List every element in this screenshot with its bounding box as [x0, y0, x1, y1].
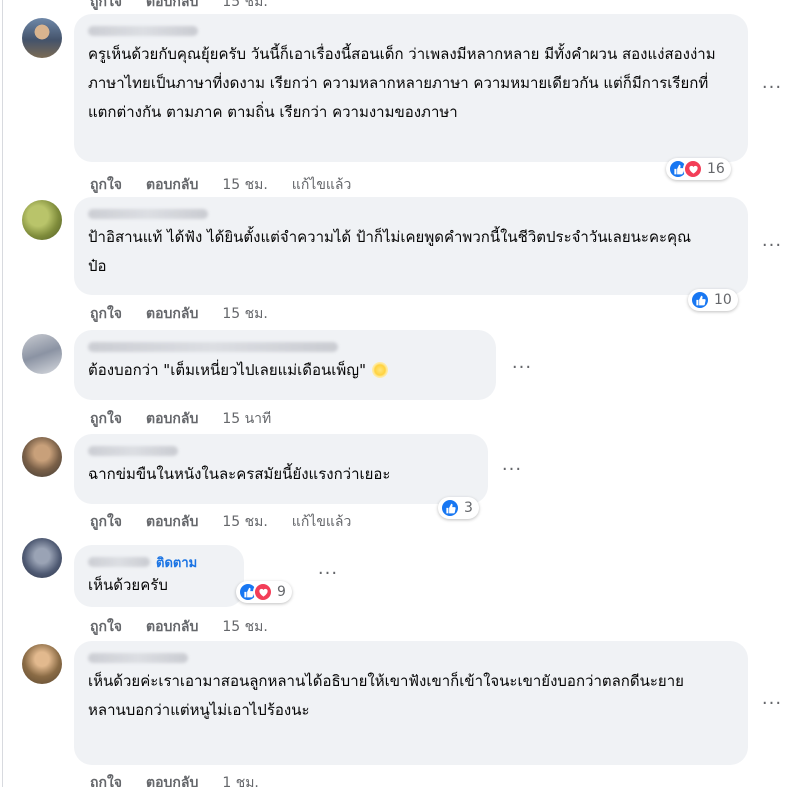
- more-options-icon[interactable]: ···: [760, 695, 784, 716]
- reply-link[interactable]: ตอบกลับ: [146, 303, 198, 325]
- author-name-blurred[interactable]: [88, 649, 734, 667]
- reaction-summary[interactable]: 10: [688, 289, 738, 311]
- comment-text: เห็นด้วยค่ะเราเอามาสอนลูกหลานได้อธิบายให…: [88, 672, 684, 719]
- edited-label: แก้ไขแล้ว: [291, 514, 352, 530]
- comment-bubble: ป้าอิสานแท้ ได้ฟัง ได้ยินตั้งแต่จำความได…: [74, 197, 748, 295]
- author-name-blurred[interactable]: [88, 22, 734, 40]
- comment-text: ต้องบอกว่า "เต็มเหนี่ยวไปเลยแม่เดือนเพ็ญ…: [88, 356, 482, 385]
- more-options-icon[interactable]: ···: [760, 237, 784, 258]
- avatar[interactable]: [22, 334, 62, 374]
- avatar[interactable]: [22, 538, 62, 578]
- comment-time[interactable]: 1 ชม.: [222, 772, 259, 787]
- reply-link[interactable]: ตอบกลับ: [146, 616, 198, 638]
- more-options-icon[interactable]: ···: [500, 461, 524, 482]
- sun-emoji-icon: [372, 362, 388, 378]
- author-name-blurred[interactable]: [88, 205, 734, 223]
- comment-bubble: ต้องบอกว่า "เต็มเหนี่ยวไปเลยแม่เดือนเพ็ญ…: [74, 330, 496, 400]
- comment-time[interactable]: 15 ชม.: [222, 303, 267, 325]
- reaction-count: 16: [707, 161, 725, 177]
- comment-bubble: ครูเห็นด้วยกับคุณยุ้ยครับ วันนี้ก็เอาเรื…: [74, 14, 748, 162]
- comment-time[interactable]: 15 ชม.: [222, 174, 267, 196]
- avatar[interactable]: [22, 437, 62, 477]
- more-options-icon[interactable]: ···: [316, 565, 340, 586]
- reply-link[interactable]: ตอบกลับ: [146, 408, 198, 430]
- author-line: ติดตาม: [88, 553, 230, 571]
- love-icon: [683, 159, 703, 179]
- comment-bubble: ฉากข่มขืนในหนังในละครสมัยนี้ยังแรงกว่าเย…: [74, 434, 488, 504]
- comment-time[interactable]: 15 นาที: [222, 408, 271, 430]
- like-link[interactable]: ถูกใจ: [90, 0, 122, 13]
- previous-comment-actions: ถูกใจ ตอบกลับ 15 ชม.: [90, 0, 268, 13]
- avatar[interactable]: [22, 18, 62, 58]
- comment-actions: ถูกใจ ตอบกลับ 15 ชม.: [90, 303, 268, 325]
- reply-link[interactable]: ตอบกลับ: [146, 511, 198, 533]
- comment-actions: ถูกใจ ตอบกลับ 15 ชม.: [90, 616, 268, 638]
- comment-text: ครูเห็นด้วยกับคุณยุ้ยครับ วันนี้ก็เอาเรื…: [88, 45, 721, 121]
- comment-actions: ถูกใจ ตอบกลับ 15 นาที: [90, 408, 271, 430]
- comment-time[interactable]: 15 ชม.: [222, 0, 267, 13]
- like-icon: [440, 498, 460, 518]
- follow-link[interactable]: ติดตาม: [156, 552, 197, 573]
- comment-text: ฉากข่มขืนในหนังในละครสมัยนี้ยังแรงกว่าเย…: [88, 465, 391, 483]
- author-name-blurred[interactable]: [88, 338, 482, 356]
- reaction-summary[interactable]: 9: [236, 581, 292, 603]
- comments-feed: ถูกใจ ตอบกลับ 15 ชม. ครูเห็นด้วยกับคุณยุ…: [0, 0, 800, 787]
- comment-bubble: เห็นด้วยค่ะเราเอามาสอนลูกหลานได้อธิบายให…: [74, 641, 748, 765]
- like-link[interactable]: ถูกใจ: [90, 303, 122, 325]
- reaction-summary[interactable]: 3: [438, 497, 479, 519]
- reaction-summary[interactable]: 16: [666, 158, 731, 180]
- reaction-count: 10: [714, 292, 732, 308]
- comment-text: ป้าอิสานแท้ ได้ฟัง ได้ยินตั้งแต่จำความได…: [88, 228, 691, 275]
- author-name-blurred[interactable]: [88, 442, 474, 460]
- author-name-blurred[interactable]: [88, 557, 150, 567]
- edited-label: แก้ไขแล้ว: [291, 177, 352, 193]
- comment-text-content: ต้องบอกว่า "เต็มเหนี่ยวไปเลยแม่เดือนเพ็ญ…: [88, 361, 366, 379]
- reply-link[interactable]: ตอบกลับ: [146, 174, 198, 196]
- comment-bubble: ติดตาม เห็นด้วยครับ: [74, 545, 244, 607]
- reaction-count: 9: [277, 584, 286, 600]
- love-icon: [253, 582, 273, 602]
- like-link[interactable]: ถูกใจ: [90, 408, 122, 430]
- like-link[interactable]: ถูกใจ: [90, 616, 122, 638]
- reaction-count: 3: [464, 500, 473, 516]
- like-link[interactable]: ถูกใจ: [90, 511, 122, 533]
- avatar[interactable]: [22, 644, 62, 684]
- comment-actions: ถูกใจ ตอบกลับ 15 ชม. แก้ไขแล้ว: [90, 511, 351, 533]
- avatar[interactable]: [22, 200, 62, 240]
- like-link[interactable]: ถูกใจ: [90, 772, 122, 787]
- comment-actions: ถูกใจ ตอบกลับ 15 ชม. แก้ไขแล้ว: [90, 174, 351, 196]
- comment-actions: ถูกใจ ตอบกลับ 1 ชม.: [90, 772, 259, 787]
- like-icon: [690, 290, 710, 310]
- comment-time[interactable]: 15 ชม.: [222, 511, 267, 533]
- more-options-icon[interactable]: ···: [760, 79, 784, 100]
- comment-time[interactable]: 15 ชม.: [222, 616, 267, 638]
- reply-link[interactable]: ตอบกลับ: [146, 772, 198, 787]
- like-link[interactable]: ถูกใจ: [90, 174, 122, 196]
- reply-link[interactable]: ตอบกลับ: [146, 0, 198, 13]
- more-options-icon[interactable]: ···: [510, 359, 534, 380]
- thread-line: [2, 0, 3, 787]
- comment-text: เห็นด้วยครับ: [88, 576, 168, 594]
